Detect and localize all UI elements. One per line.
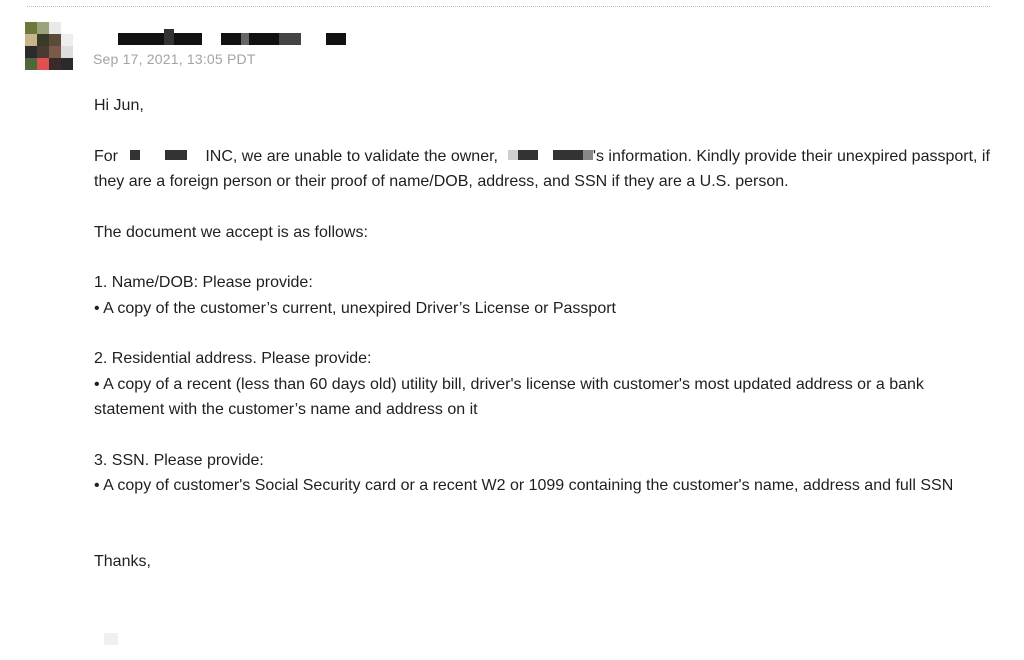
owner-name-redacted-3: [552, 149, 583, 160]
item1-bullet: • A copy of the customer’s current, unex…: [94, 299, 616, 317]
item2-heading: 2. Residential address. Please provide:: [94, 350, 372, 367]
p1-for: For: [94, 147, 118, 165]
signature-redacted: [104, 633, 118, 645]
item2-bullet: • A copy of a recent (less than 60 days …: [94, 375, 924, 419]
item3-bullet: • A copy of customer's Social Security c…: [94, 477, 954, 494]
company-name-redacted-2: [164, 149, 187, 160]
greeting: Hi Jun,: [94, 97, 144, 114]
item3-heading: 3. SSN. Please provide:: [94, 451, 264, 469]
paragraph-documents: The document we accept is as follows:: [94, 223, 368, 241]
owner-name-redacted-2: [518, 149, 539, 160]
email-timestamp: Sep 17, 2021, 13:05 PDT: [93, 51, 256, 67]
owner-name-redacted: [508, 149, 519, 160]
top-divider: [27, 6, 990, 7]
email-body: Hi Jun, For INC, we are unable to valida…: [94, 93, 994, 574]
avatar[interactable]: [25, 22, 73, 70]
company-name-redacted: [130, 149, 141, 160]
p1-after-company: INC, we are unable to validate the owner…: [205, 147, 498, 165]
paragraph-validation: For INC, we are unable to validate the o…: [94, 144, 994, 195]
closing: Thanks,: [94, 552, 151, 570]
item1-heading: 1. Name/DOB: Please provide:: [94, 274, 313, 291]
owner-name-redacted-4: [582, 149, 593, 160]
